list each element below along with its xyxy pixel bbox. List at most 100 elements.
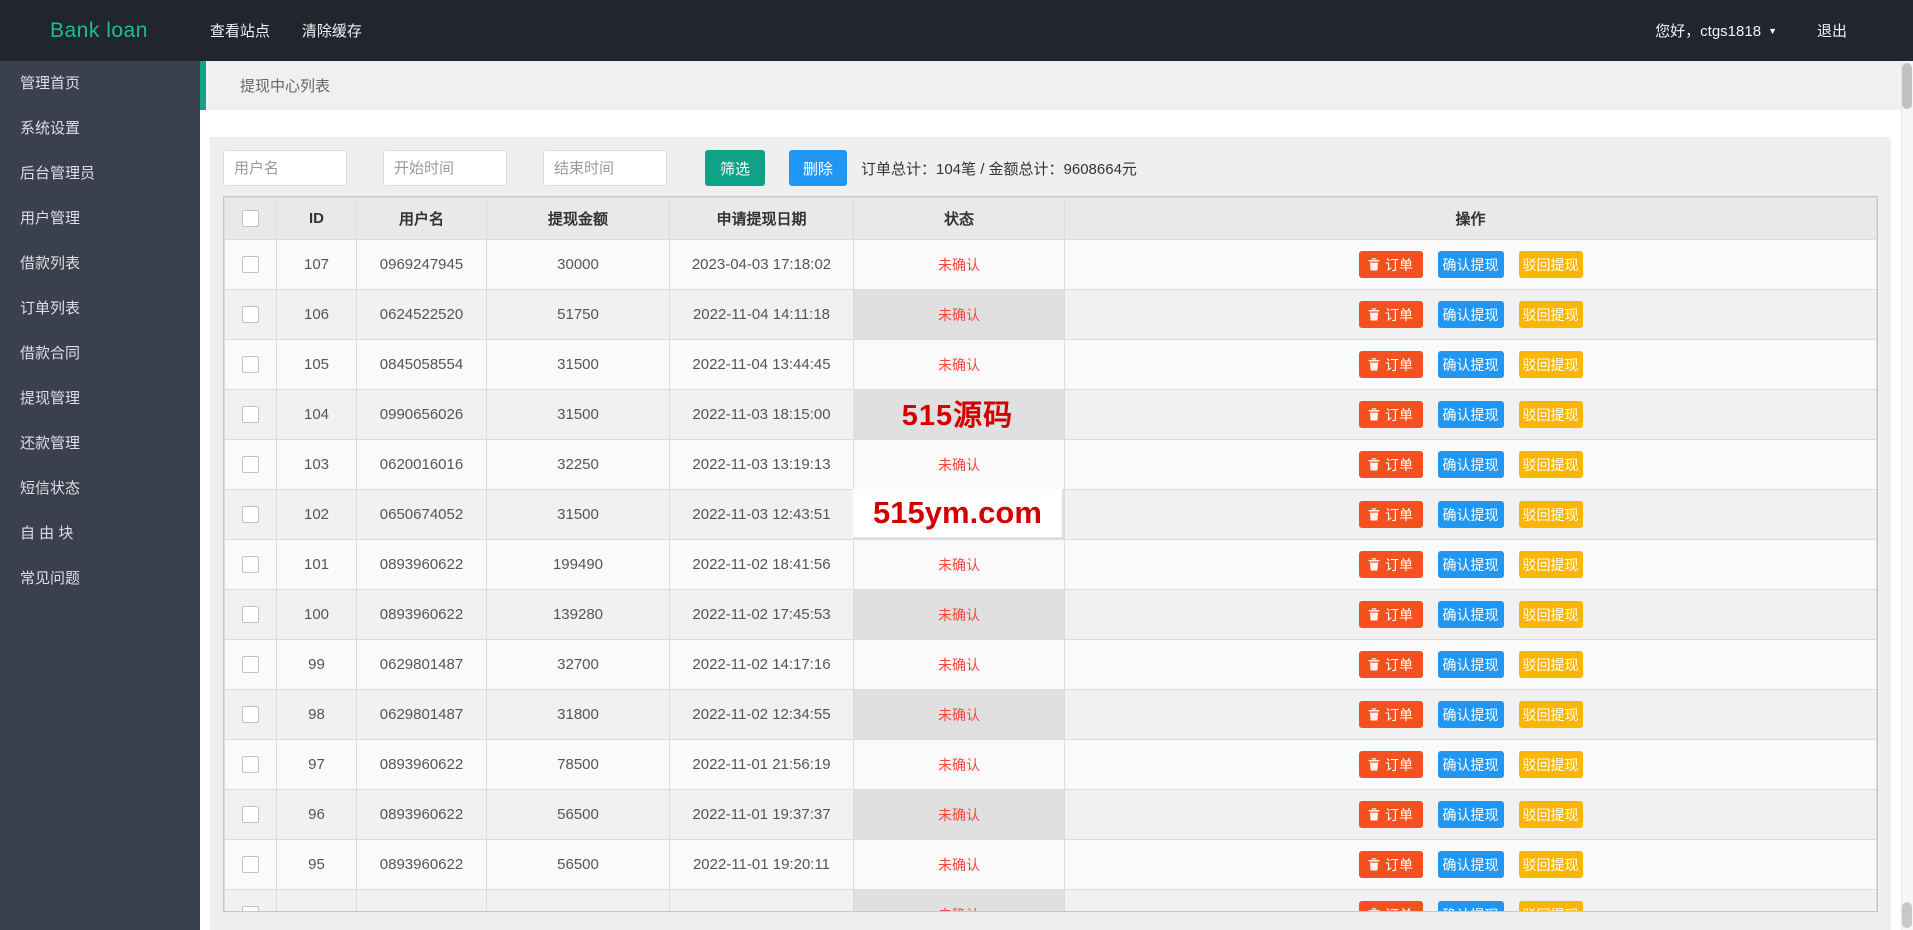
confirm-withdraw-button[interactable]: 确认提现 xyxy=(1438,751,1504,778)
reject-withdraw-button[interactable]: 驳回提现 xyxy=(1519,601,1583,628)
row-checkbox[interactable] xyxy=(242,556,259,573)
order-button-label: 订单 xyxy=(1385,605,1413,625)
confirm-withdraw-button[interactable]: 确认提现 xyxy=(1438,601,1504,628)
confirm-withdraw-button[interactable]: 确认提现 xyxy=(1438,851,1504,878)
brand-logo[interactable]: Bank loan xyxy=(50,19,148,43)
order-button[interactable]: 订单 xyxy=(1359,701,1423,728)
confirm-withdraw-button[interactable]: 确认提现 xyxy=(1438,351,1504,378)
confirm-withdraw-button[interactable]: 确认提现 xyxy=(1438,251,1504,278)
logout-button[interactable]: 退出 xyxy=(1817,20,1847,41)
reject-withdraw-button[interactable]: 驳回提现 xyxy=(1519,851,1583,878)
confirm-withdraw-button[interactable]: 确认提现 xyxy=(1438,401,1504,428)
reject-withdraw-button[interactable]: 驳回提现 xyxy=(1519,451,1583,478)
row-checkbox[interactable] xyxy=(242,306,259,323)
select-all-checkbox[interactable] xyxy=(242,210,259,227)
order-button-label: 订单 xyxy=(1385,755,1413,775)
reject-withdraw-button[interactable]: 驳回提现 xyxy=(1519,651,1583,678)
row-username: 0893960622 xyxy=(357,590,487,640)
confirm-withdraw-button[interactable]: 确认提现 xyxy=(1438,301,1504,328)
sidebar-item-11[interactable]: 常见问题 xyxy=(0,556,200,601)
row-checkbox[interactable] xyxy=(242,406,259,423)
confirm-withdraw-button[interactable]: 确认提现 xyxy=(1438,451,1504,478)
row-date: 2022-11-04 14:11:18 xyxy=(670,290,854,340)
row-checkbox[interactable] xyxy=(242,356,259,373)
confirm-withdraw-button[interactable]: 确认提现 xyxy=(1438,651,1504,678)
order-button[interactable]: 订单 xyxy=(1359,751,1423,778)
header-id: ID xyxy=(277,198,357,240)
confirm-withdraw-button[interactable]: 确认提现 xyxy=(1438,701,1504,728)
row-checkbox[interactable] xyxy=(242,706,259,723)
order-button[interactable]: 订单 xyxy=(1359,551,1423,578)
start-time-input[interactable] xyxy=(383,150,507,186)
row-status-cell: 未确认 xyxy=(854,440,1065,490)
row-checkbox[interactable] xyxy=(242,906,259,912)
sidebar-item-2[interactable]: 后台管理员 xyxy=(0,151,200,196)
row-checkbox[interactable] xyxy=(242,756,259,773)
nav-clear-cache[interactable]: 清除缓存 xyxy=(302,20,362,41)
row-checkbox[interactable] xyxy=(242,506,259,523)
row-actions-cell: 订单确认提现驳回提现 xyxy=(1065,390,1877,440)
confirm-withdraw-button[interactable]: 确认提现 xyxy=(1438,551,1504,578)
reject-withdraw-button[interactable]: 驳回提现 xyxy=(1519,251,1583,278)
row-checkbox-cell xyxy=(225,240,277,290)
reject-withdraw-button[interactable]: 驳回提现 xyxy=(1519,801,1583,828)
sidebar-item-1[interactable]: 系统设置 xyxy=(0,106,200,151)
user-dropdown[interactable]: 您好，ctgs1818 ▼ xyxy=(1655,20,1777,41)
row-checkbox[interactable] xyxy=(242,456,259,473)
reject-withdraw-button[interactable]: 驳回提现 xyxy=(1519,401,1583,428)
confirm-withdraw-button[interactable]: 确认提现 xyxy=(1438,901,1504,912)
confirm-withdraw-button[interactable]: 确认提现 xyxy=(1438,501,1504,528)
sidebar-item-6[interactable]: 借款合同 xyxy=(0,331,200,376)
vertical-scrollbar[interactable] xyxy=(1901,61,1913,930)
delete-button[interactable]: 删除 xyxy=(789,150,847,186)
order-button-label: 订单 xyxy=(1385,355,1413,375)
username-filter-input[interactable] xyxy=(223,150,347,186)
row-checkbox[interactable] xyxy=(242,806,259,823)
filter-button[interactable]: 筛选 xyxy=(705,150,765,186)
sidebar-item-0[interactable]: 管理首页 xyxy=(0,61,200,106)
order-button[interactable]: 订单 xyxy=(1359,851,1423,878)
order-button[interactable]: 订单 xyxy=(1359,401,1423,428)
row-checkbox[interactable] xyxy=(242,256,259,273)
reject-withdraw-button[interactable]: 驳回提现 xyxy=(1519,501,1583,528)
reject-withdraw-button[interactable]: 驳回提现 xyxy=(1519,901,1583,912)
reject-withdraw-button[interactable]: 驳回提现 xyxy=(1519,751,1583,778)
order-button[interactable]: 订单 xyxy=(1359,251,1423,278)
row-username: 0893960622 xyxy=(357,740,487,790)
sidebar-item-10[interactable]: 自 由 块 xyxy=(0,511,200,556)
end-time-input[interactable] xyxy=(543,150,667,186)
order-button[interactable]: 订单 xyxy=(1359,601,1423,628)
scrollbar-thumb[interactable] xyxy=(1902,63,1912,109)
order-button[interactable]: 订单 xyxy=(1359,901,1423,912)
sidebar-item-3[interactable]: 用户管理 xyxy=(0,196,200,241)
nav-view-site[interactable]: 查看站点 xyxy=(210,20,270,41)
reject-withdraw-button-label: 驳回提现 xyxy=(1523,905,1579,913)
order-button[interactable]: 订单 xyxy=(1359,351,1423,378)
row-checkbox[interactable] xyxy=(242,856,259,873)
sidebar-item-4[interactable]: 借款列表 xyxy=(0,241,200,286)
order-button[interactable]: 订单 xyxy=(1359,651,1423,678)
row-actions-cell: 订单确认提现驳回提现 xyxy=(1065,540,1877,590)
order-button[interactable]: 订单 xyxy=(1359,501,1423,528)
reject-withdraw-button[interactable]: 驳回提现 xyxy=(1519,351,1583,378)
order-button[interactable]: 订单 xyxy=(1359,451,1423,478)
row-checkbox[interactable] xyxy=(242,606,259,623)
row-id: 100 xyxy=(277,590,357,640)
reject-withdraw-button[interactable]: 驳回提现 xyxy=(1519,701,1583,728)
row-actions-cell: 订单 确认提现驳回提现 xyxy=(1065,240,1877,290)
sidebar-item-7[interactable]: 提现管理 xyxy=(0,376,200,421)
order-button[interactable]: 订单 xyxy=(1359,301,1423,328)
reject-withdraw-button[interactable]: 驳回提现 xyxy=(1519,301,1583,328)
row-checkbox[interactable] xyxy=(242,656,259,673)
scrollbar-thumb-bottom[interactable] xyxy=(1902,902,1912,928)
confirm-withdraw-button[interactable]: 确认提现 xyxy=(1438,801,1504,828)
page-title: 提现中心列表 xyxy=(240,75,330,96)
reject-withdraw-button[interactable]: 驳回提现 xyxy=(1519,551,1583,578)
sidebar-item-5[interactable]: 订单列表 xyxy=(0,286,200,331)
order-button[interactable]: 订单 xyxy=(1359,801,1423,828)
sidebar-item-8[interactable]: 还款管理 xyxy=(0,421,200,466)
order-button-label: 订单 xyxy=(1385,255,1413,275)
header-actions: 操作 xyxy=(1065,198,1877,240)
reject-withdraw-button-label: 驳回提现 xyxy=(1523,655,1579,675)
sidebar-item-9[interactable]: 短信状态 xyxy=(0,466,200,511)
